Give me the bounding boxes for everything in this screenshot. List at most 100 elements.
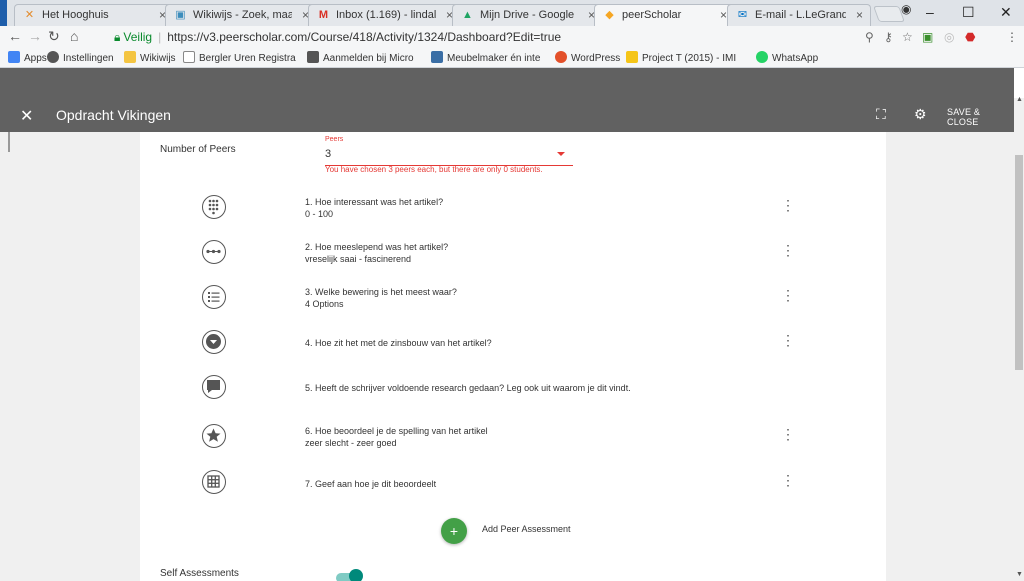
scroll-down-arrow-icon[interactable]: ▼: [1016, 571, 1023, 578]
more-options-icon[interactable]: ⋮: [781, 288, 795, 302]
wikiwijs-icon: ▣: [175, 9, 186, 21]
bookmark-meubelmaker[interactable]: Meubelmaker én inte: [431, 51, 540, 66]
bookmark-instellingen[interactable]: Instellingen: [47, 51, 114, 66]
maximize-icon[interactable]: ☐: [962, 4, 975, 20]
imdb-icon: [626, 51, 638, 63]
bookmark-wordpress[interactable]: WordPress: [555, 51, 620, 66]
url-text: https://v3.peerscholar.com/Course/418/Ac…: [167, 30, 562, 44]
bookmark-wikiwijs[interactable]: Wikiwijs: [124, 51, 176, 66]
tab-google-drive[interactable]: ▲ Mijn Drive - Google D ×: [452, 4, 603, 26]
apps-icon: [8, 51, 20, 63]
zoom-icon[interactable]: ⚲: [865, 29, 874, 45]
scroll-up-arrow-icon[interactable]: ▲: [1016, 96, 1023, 103]
tab-het-hooghuis[interactable]: ✕ Het Hooghuis ×: [14, 4, 174, 26]
gear-icon: [47, 51, 59, 63]
outlook-icon: ✉: [737, 9, 748, 21]
dropdown-icon: [202, 330, 226, 354]
question-row[interactable]: 4. Hoe zit het met de zinsbouw van het a…: [140, 325, 886, 365]
question-subtitle: zeer slecht - zeer goed: [305, 438, 397, 448]
list-icon: [202, 285, 226, 309]
peers-field-label: Peers: [325, 136, 344, 143]
bookmark-label: Apps: [24, 53, 47, 64]
gear-icon[interactable]: ⚙: [914, 106, 927, 123]
question-row[interactable]: 5. Heeft de schrijver voldoende research…: [140, 370, 886, 410]
bookmark-bergler[interactable]: Bergler Uren Registra: [183, 51, 296, 66]
lock-icon: 🔒︎: [114, 30, 121, 44]
bookmark-apps[interactable]: Apps: [8, 51, 47, 66]
minimize-icon[interactable]: –: [926, 4, 934, 20]
question-row[interactable]: 3. Welke bewering is het meest waar? 4 O…: [140, 280, 886, 320]
tab-email-outlook[interactable]: ✉ E-mail - L.LeGrand@ ×: [727, 4, 871, 26]
bookmark-whatsapp[interactable]: WhatsApp: [756, 51, 818, 66]
more-options-icon[interactable]: ⋮: [781, 198, 795, 212]
slider-scale-icon: [202, 240, 226, 264]
tab-title: E-mail - L.LeGrand@: [755, 9, 846, 21]
profile-icon[interactable]: ◉: [901, 2, 911, 16]
close-icon[interactable]: ✕: [20, 106, 33, 126]
secure-label: Veilig: [123, 30, 153, 44]
more-options-icon[interactable]: ⋮: [781, 473, 795, 487]
close-tab-icon[interactable]: ×: [856, 8, 863, 22]
side-marker: [8, 132, 10, 152]
question-row[interactable]: 7. Geef aan hoe je dit beoordeelt ⋮: [140, 465, 886, 505]
question-title: 2. Hoe meeslepend was het artikel?: [305, 242, 449, 252]
expand-icon[interactable]: ⛶: [876, 106, 886, 123]
more-options-icon[interactable]: ⋮: [781, 427, 795, 441]
bookmark-label: Instellingen: [63, 53, 114, 64]
question-subtitle: 4 Options: [305, 299, 344, 309]
browser-tab-strip: ✕ Het Hooghuis × ▣ Wikiwijs - Zoek, maak…: [0, 0, 1024, 26]
window-close-icon[interactable]: ✕: [1000, 4, 1012, 20]
home-icon[interactable]: ⌂: [70, 28, 78, 44]
star-icon: [202, 424, 226, 448]
tab-peerscholar[interactable]: ◆ peerScholar ×: [594, 4, 735, 26]
tab-inbox[interactable]: M Inbox (1.169) - lindal ×: [308, 4, 461, 26]
app-header-bar: ✕ Opdracht Vikingen ⛶ ⚙ SAVE & CLOSE: [0, 98, 1014, 132]
number-of-peers-label: Number of Peers: [160, 144, 236, 155]
app-header-top: [0, 68, 1014, 98]
extension-icon[interactable]: ▣: [922, 29, 933, 45]
gmail-icon: M: [318, 9, 329, 21]
question-row[interactable]: 2. Hoe meeslepend was het artikel? vrese…: [140, 235, 886, 275]
question-subtitle: vreselijk saai - fascinerend: [305, 254, 412, 264]
hooghuis-icon: ✕: [24, 9, 35, 21]
reload-icon[interactable]: ↻: [48, 28, 60, 44]
question-subtitle: 0 - 100: [305, 209, 334, 219]
close-tab-icon[interactable]: ×: [720, 8, 727, 22]
back-icon[interactable]: ←: [8, 28, 22, 44]
question-row[interactable]: 1. Hoe interessant was het artikel? 0 - …: [140, 190, 886, 230]
add-peer-assessment-button[interactable]: +: [441, 518, 467, 544]
page-title: Opdracht Vikingen: [56, 107, 171, 123]
peers-error-message: You have chosen 3 peers each, but there …: [325, 165, 543, 174]
bookmark-label: WhatsApp: [772, 53, 819, 64]
activity-card: Number of Peers Peers 3 You have chosen …: [140, 132, 886, 581]
tab-title: Het Hooghuis: [42, 9, 109, 21]
bookmark-microsoft[interactable]: Aanmelden bij Micro: [307, 51, 414, 66]
address-bar[interactable]: 🔒︎ Veilig | https://v3.peerscholar.com/Cour…: [114, 28, 854, 46]
bookmarks-bar: Apps Instellingen Wikiwijs Bergler Uren …: [0, 48, 1024, 68]
bookmark-project-t[interactable]: Project T (2015) - IMI: [626, 51, 736, 66]
wordpress-icon: [555, 51, 567, 63]
comment-icon: [202, 375, 226, 399]
more-options-icon[interactable]: ⋮: [781, 243, 795, 257]
bookmark-label: Bergler Uren Registra: [199, 53, 296, 64]
tab-title: Mijn Drive - Google D: [480, 9, 578, 21]
forward-icon[interactable]: →: [28, 28, 42, 44]
toggle-knob[interactable]: [349, 569, 363, 581]
tab-wikiwijs[interactable]: ▣ Wikiwijs - Zoek, maak ×: [165, 4, 317, 26]
key-icon[interactable]: ⚷: [884, 29, 893, 45]
tab-title: peerScholar: [622, 9, 682, 21]
dropdown-caret-icon: [557, 152, 565, 156]
chrome-menu-icon[interactable]: ⋮: [1006, 29, 1018, 45]
bookmark-star-icon[interactable]: ☆: [902, 29, 913, 45]
peers-select[interactable]: Peers 3: [325, 136, 573, 166]
question-row[interactable]: 6. Hoe beoordeel je de spelling van het …: [140, 419, 886, 459]
more-options-icon[interactable]: ⋮: [781, 333, 795, 347]
page-icon: [183, 51, 195, 63]
scrollbar-thumb[interactable]: [1015, 155, 1023, 370]
peers-value: 3: [325, 148, 332, 160]
bookmark-label: Project T (2015) - IMI: [642, 53, 737, 64]
save-close-button[interactable]: SAVE & CLOSE: [947, 107, 1014, 127]
adblock-icon[interactable]: ⬣: [965, 29, 975, 45]
add-peer-assessment-label[interactable]: Add Peer Assessment: [482, 524, 571, 534]
extension-icon[interactable]: ◎: [944, 29, 954, 45]
